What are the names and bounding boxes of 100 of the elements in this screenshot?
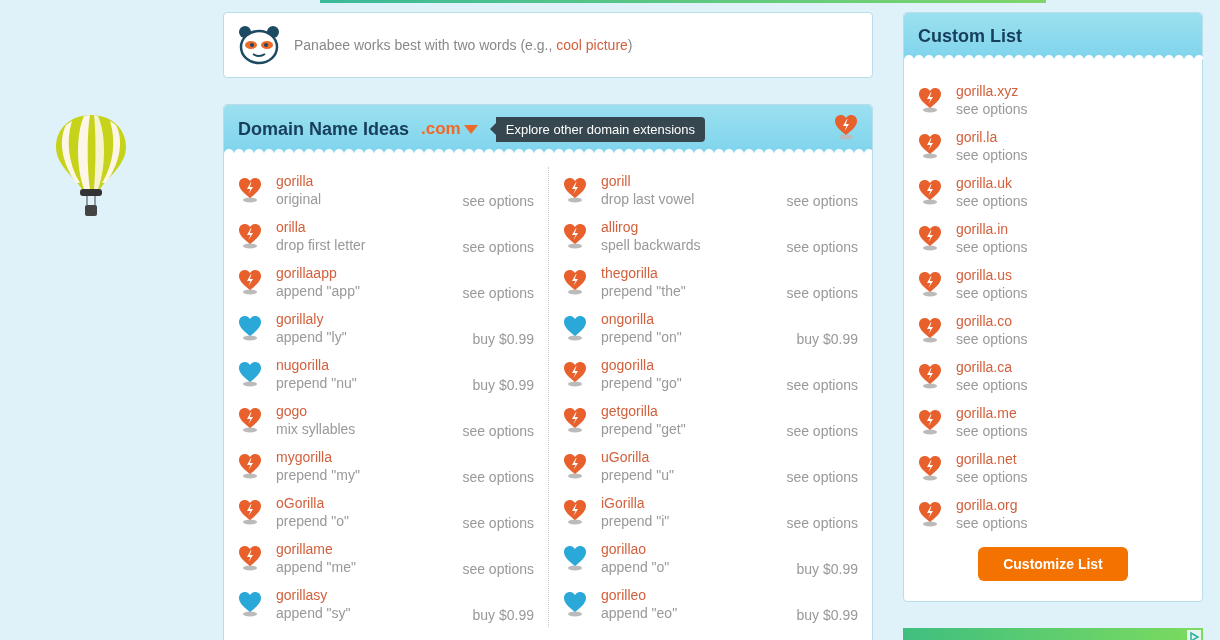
domain-link[interactable]: gorillasy: [276, 586, 459, 604]
see-options-link[interactable]: see options: [956, 376, 1188, 394]
buy-link[interactable]: buy $0.99: [796, 561, 858, 577]
domain-link[interactable]: uGorilla: [601, 448, 773, 466]
domain-link[interactable]: gogorilla: [601, 356, 773, 374]
broken-heart-icon[interactable]: [563, 407, 587, 433]
buy-link[interactable]: buy $0.99: [796, 331, 858, 347]
see-options-link[interactable]: see options: [956, 100, 1188, 118]
broken-heart-icon[interactable]: [834, 114, 858, 140]
broken-heart-icon[interactable]: [918, 87, 942, 113]
broken-heart-icon[interactable]: [918, 409, 942, 435]
hint-text: Panabee works best with two words (e.g., cool picture): [294, 37, 633, 53]
broken-heart-icon[interactable]: [238, 453, 262, 479]
heart-icon[interactable]: [563, 591, 587, 617]
see-options-link[interactable]: see options: [956, 284, 1188, 302]
domain-link[interactable]: orilla: [276, 218, 449, 236]
example-link[interactable]: cool picture: [556, 37, 628, 53]
see-options-link[interactable]: see options: [462, 515, 534, 531]
domain-link[interactable]: getgorilla: [601, 402, 773, 420]
heart-icon[interactable]: [563, 315, 587, 341]
see-options-link[interactable]: see options: [786, 469, 858, 485]
variation-note: original: [276, 190, 323, 208]
domain-link[interactable]: nugorilla: [276, 356, 459, 374]
domain-link[interactable]: gorilla.us: [956, 266, 1188, 284]
domain-link[interactable]: gorilla.me: [956, 404, 1188, 422]
see-options-link[interactable]: see options: [462, 285, 534, 301]
broken-heart-icon[interactable]: [918, 501, 942, 527]
see-options-link[interactable]: see options: [956, 514, 1188, 532]
domain-link[interactable]: gorilla.in: [956, 220, 1188, 238]
heart-icon[interactable]: [238, 591, 262, 617]
domain-link[interactable]: gorillame: [276, 540, 449, 558]
heart-icon[interactable]: [238, 315, 262, 341]
broken-heart-icon[interactable]: [563, 269, 587, 295]
broken-heart-icon[interactable]: [238, 177, 262, 203]
see-options-link[interactable]: see options: [462, 423, 534, 439]
see-options-link[interactable]: see options: [956, 146, 1188, 164]
broken-heart-icon[interactable]: [563, 177, 587, 203]
domain-link[interactable]: gorilla.ca: [956, 358, 1188, 376]
domain-link[interactable]: gorilla.net: [956, 450, 1188, 468]
domain-link[interactable]: goril.la: [956, 128, 1188, 146]
see-options-link[interactable]: see options: [956, 422, 1188, 440]
domain-link[interactable]: gorill: [601, 172, 773, 190]
domain-link[interactable]: gorilleo: [601, 586, 783, 604]
see-options-link[interactable]: see options: [786, 285, 858, 301]
broken-heart-icon[interactable]: [563, 499, 587, 525]
variation-note: drop first letter: [276, 236, 367, 254]
see-options-link[interactable]: see options: [956, 192, 1188, 210]
see-options-link[interactable]: see options: [786, 193, 858, 209]
broken-heart-icon[interactable]: [238, 223, 262, 249]
domain-link[interactable]: gorillaly: [276, 310, 459, 328]
domain-link[interactable]: iGorilla: [601, 494, 773, 512]
see-options-link[interactable]: see options: [956, 468, 1188, 486]
variation-note: append "eo": [601, 604, 679, 622]
broken-heart-icon[interactable]: [563, 453, 587, 479]
broken-heart-icon[interactable]: [918, 455, 942, 481]
broken-heart-icon[interactable]: [918, 271, 942, 297]
domain-link[interactable]: ongorilla: [601, 310, 783, 328]
customize-list-button[interactable]: Customize List: [978, 547, 1128, 581]
domain-link[interactable]: thegorilla: [601, 264, 773, 282]
broken-heart-icon[interactable]: [918, 225, 942, 251]
domain-link[interactable]: gorillaapp: [276, 264, 449, 282]
see-options-link[interactable]: see options: [956, 238, 1188, 256]
domain-link[interactable]: mygorilla: [276, 448, 449, 466]
heart-icon[interactable]: [238, 361, 262, 387]
heart-icon[interactable]: [563, 545, 587, 571]
domain-link[interactable]: gorilla.xyz: [956, 82, 1188, 100]
domain-link[interactable]: gorilla: [276, 172, 449, 190]
buy-link[interactable]: buy $0.99: [796, 607, 858, 623]
broken-heart-icon[interactable]: [563, 223, 587, 249]
see-options-link[interactable]: see options: [956, 330, 1188, 348]
broken-heart-icon[interactable]: [918, 317, 942, 343]
domain-link[interactable]: allirog: [601, 218, 773, 236]
play-icon[interactable]: [1187, 630, 1201, 640]
broken-heart-icon[interactable]: [238, 269, 262, 295]
buy-link[interactable]: buy $0.99: [472, 331, 534, 347]
see-options-link[interactable]: see options: [462, 239, 534, 255]
broken-heart-icon[interactable]: [238, 407, 262, 433]
broken-heart-icon[interactable]: [918, 133, 942, 159]
domain-link[interactable]: oGorilla: [276, 494, 449, 512]
broken-heart-icon[interactable]: [918, 179, 942, 205]
buy-link[interactable]: buy $0.99: [472, 377, 534, 393]
see-options-link[interactable]: see options: [462, 561, 534, 577]
see-options-link[interactable]: see options: [786, 377, 858, 393]
see-options-link[interactable]: see options: [786, 423, 858, 439]
see-options-link[interactable]: see options: [786, 239, 858, 255]
broken-heart-icon[interactable]: [238, 499, 262, 525]
buy-link[interactable]: buy $0.99: [472, 607, 534, 623]
domain-link[interactable]: gorilla.org: [956, 496, 1188, 514]
see-options-link[interactable]: see options: [462, 469, 534, 485]
domain-link[interactable]: gogo: [276, 402, 449, 420]
domain-link[interactable]: gorilla.uk: [956, 174, 1188, 192]
domain-link[interactable]: gorilla.co: [956, 312, 1188, 330]
broken-heart-icon[interactable]: [238, 545, 262, 571]
broken-heart-icon[interactable]: [563, 361, 587, 387]
see-options-link[interactable]: see options: [786, 515, 858, 531]
see-options-link[interactable]: see options: [462, 193, 534, 209]
broken-heart-icon[interactable]: [918, 363, 942, 389]
caret-icon: [463, 124, 478, 134]
domain-link[interactable]: gorillao: [601, 540, 783, 558]
extension-dropdown[interactable]: .com: [421, 119, 478, 139]
